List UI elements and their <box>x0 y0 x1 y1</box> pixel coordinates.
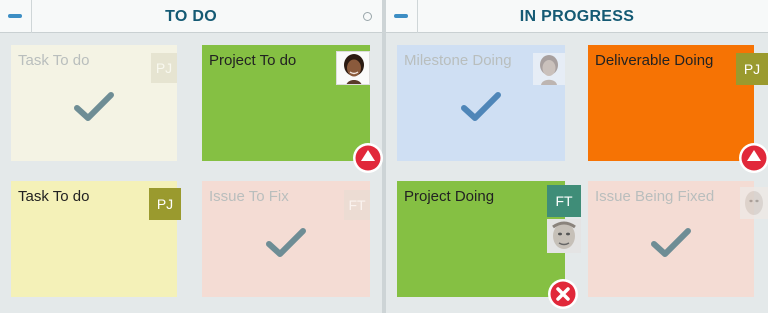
checkmark-icon <box>266 228 306 257</box>
card-title: Task To do <box>18 188 90 205</box>
card-issue-to-fix[interactable]: Issue To Fix FT <box>202 181 370 297</box>
up-arrow-icon[interactable] <box>738 142 768 174</box>
assignee-badge: PJ <box>736 53 768 85</box>
column-title-in-progress: IN PROGRESS <box>519 8 635 25</box>
assignee-badge: FT <box>547 185 581 217</box>
kanban-board: TO DO IN PROGRESS Task To do PJ Project … <box>0 0 768 313</box>
up-arrow-icon[interactable] <box>352 142 384 174</box>
collapse-icon <box>8 14 22 18</box>
assignee-badge: PJ <box>149 188 181 220</box>
card-task-to-do[interactable]: Task To do PJ <box>11 181 181 297</box>
card-milestone-doing[interactable]: Milestone Doing <box>397 45 565 161</box>
checkmark-icon <box>74 92 114 121</box>
card-title: Project Doing <box>404 188 495 205</box>
card-title: Issue To Fix <box>209 188 289 205</box>
circle-icon[interactable] <box>363 12 372 21</box>
card-issue-being-fixed[interactable]: Issue Being Fixed <box>588 181 768 297</box>
close-icon[interactable] <box>547 278 579 310</box>
card-deliverable-doing[interactable]: Deliverable Doing PJ <box>588 45 768 161</box>
avatar <box>740 187 768 219</box>
card-title: Issue Being Fixed <box>595 188 715 205</box>
card-project-doing[interactable]: Project Doing FT <box>397 181 581 297</box>
card-project-to-do[interactable]: Project To do <box>202 45 370 161</box>
assignee-badge: FT <box>344 190 370 220</box>
checkmark-icon <box>651 228 691 257</box>
collapse-button-in-progress[interactable] <box>386 0 418 33</box>
card-title: Deliverable Doing <box>595 52 714 69</box>
column-header-in-progress: IN PROGRESS <box>386 0 768 33</box>
avatar <box>547 219 581 253</box>
collapse-icon <box>394 14 408 18</box>
avatar <box>533 53 565 85</box>
column-header-to-do: TO DO <box>0 0 382 33</box>
checkmark-icon <box>461 92 501 121</box>
card-title: Task To do <box>18 52 90 69</box>
column-title-to-do: TO DO <box>165 8 217 25</box>
card-title: Project To do <box>209 52 297 69</box>
collapse-button-to-do[interactable] <box>0 0 32 33</box>
assignee-badge: PJ <box>151 53 177 83</box>
card-title: Milestone Doing <box>404 52 512 69</box>
card-task-to-do-done[interactable]: Task To do PJ <box>11 45 177 161</box>
avatar <box>336 51 370 85</box>
